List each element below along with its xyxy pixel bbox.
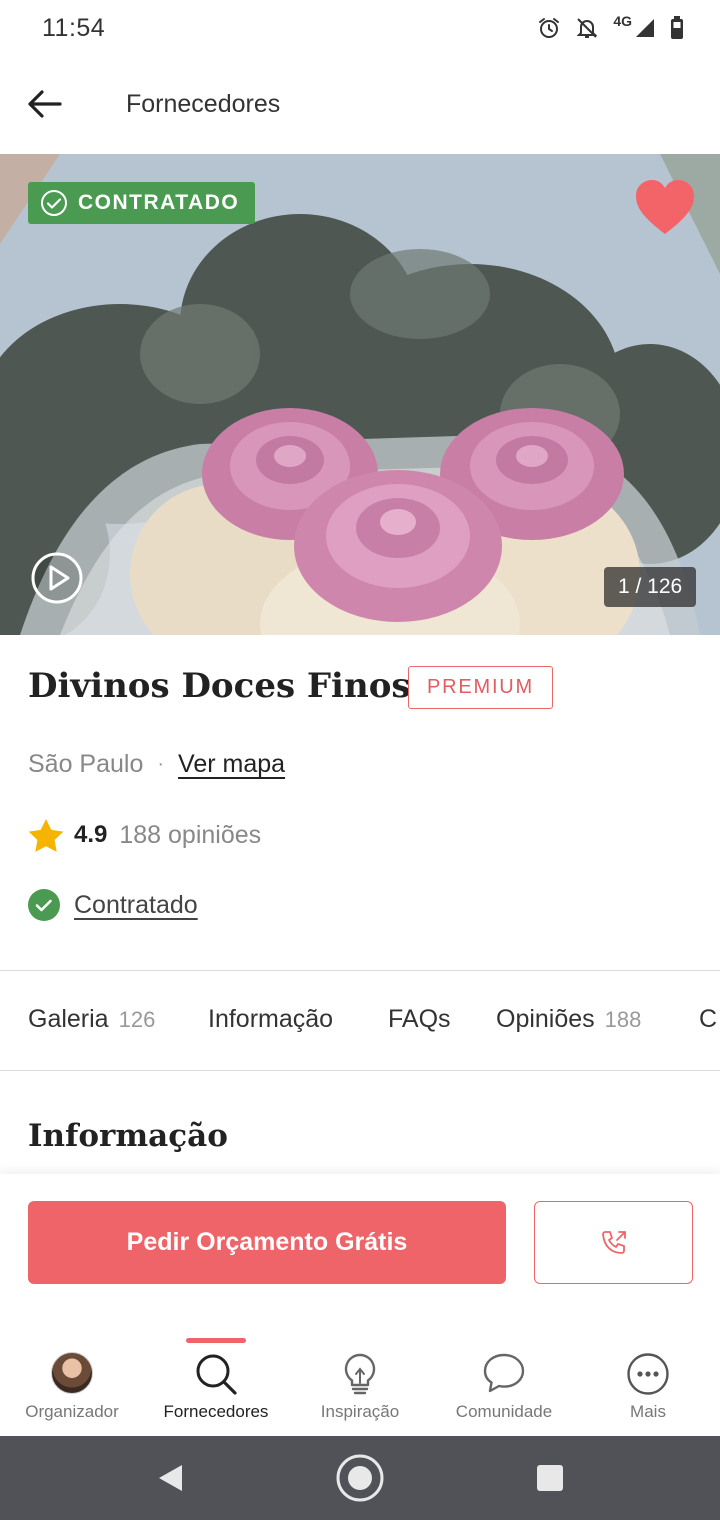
signal-icon [636,19,654,37]
tab-count: 126 [118,1007,156,1032]
status-bar: 11:54 4G [0,0,720,56]
nav-organizador[interactable]: Organizador [0,1336,144,1436]
square-recents-icon [537,1465,563,1491]
tab-count: 188 [604,1007,642,1032]
vendor-name: Divinos Doces Finos [28,666,411,706]
view-map-link[interactable]: Ver mapa [178,750,285,779]
gallery-photo [0,154,720,635]
section-tabs: Galeria 126 Informação FAQs Opiniões 188 C [0,971,720,1070]
nav-fornecedores[interactable]: Fornecedores [144,1336,288,1436]
lightbulb-icon [344,1353,376,1395]
hired-link[interactable]: Contratado [74,891,198,920]
system-recents-button[interactable] [520,1436,580,1520]
action-bar: Pedir Orçamento Grátis [0,1174,720,1336]
system-home-button[interactable] [330,1436,390,1520]
notifications-off-icon [576,18,598,38]
network-type: 4G [613,13,632,29]
favorite-heart-icon[interactable] [634,178,696,238]
chat-bubble-icon [483,1353,525,1393]
reviews-count: 188 opiniões [119,820,262,849]
tab-label: Informação [208,1005,334,1033]
tab-label: C [699,1005,718,1033]
nav-label: Inspiração [320,1402,400,1421]
app-bar: Fornecedores [0,56,720,154]
photo-gallery[interactable]: CONTRATADO 1 / 126 [0,154,720,635]
tab-label: FAQs [388,1005,451,1033]
check-circle-icon [41,190,67,216]
tab-informacao[interactable]: Informação [208,1005,333,1034]
system-nav-bar [0,1436,720,1520]
request-quote-button[interactable]: Pedir Orçamento Grátis [28,1201,506,1284]
battery-icon [671,16,683,39]
tab-galeria[interactable]: Galeria 126 [28,1005,155,1034]
alarm-icon [539,18,560,38]
call-button[interactable] [534,1201,693,1284]
star-icon [28,819,64,852]
photo-counter: 1 / 126 [604,567,697,607]
avatar [51,1352,93,1394]
nav-mais[interactable]: Mais [576,1336,720,1436]
status-time: 11:54 [42,14,106,42]
arrow-left-icon [28,90,62,118]
more-icon [627,1353,669,1395]
separator-dot: · [157,753,165,775]
nav-label: Comunidade [455,1402,553,1421]
page-title: Fornecedores [126,90,281,118]
premium-badge: PREMIUM [408,666,553,709]
triangle-back-icon [159,1465,182,1491]
back-button[interactable] [18,78,70,130]
nav-label: Fornecedores [163,1402,269,1421]
check-circle-icon [28,889,60,921]
tab-truncated[interactable]: C [699,1005,717,1034]
search-icon [196,1354,237,1395]
nav-inspiracao[interactable]: Inspiração [288,1336,432,1436]
nav-label: Mais [630,1402,666,1421]
hired-badge-label: CONTRATADO [78,191,240,214]
play-video-icon[interactable] [30,551,84,605]
home-circle-icon [336,1454,384,1502]
hired-badge: CONTRATADO [28,182,256,224]
tab-label: Opiniões [496,1005,595,1033]
tab-opinioes[interactable]: Opiniões 188 [496,1005,641,1034]
rating-score: 4.9 [74,821,108,848]
tab-label: Galeria [28,1005,109,1033]
phone-call-icon [601,1230,626,1254]
section-title: Informação [28,1118,228,1154]
nav-label: Organizador [25,1402,119,1421]
system-back-button[interactable] [140,1436,200,1520]
nav-comunidade[interactable]: Comunidade [432,1336,576,1436]
bottom-nav: Organizador Fornecedores Inspiração Comu… [0,1336,720,1436]
status-icons: 4G [537,12,684,44]
vendor-city: São Paulo [28,750,144,778]
location-row: São Paulo · Ver mapa [28,750,285,779]
rating-row[interactable]: 4.9 188 opiniões [28,818,261,852]
hired-row[interactable]: Contratado [28,889,198,921]
tab-faqs[interactable]: FAQs [388,1005,451,1034]
divider [0,1070,720,1071]
